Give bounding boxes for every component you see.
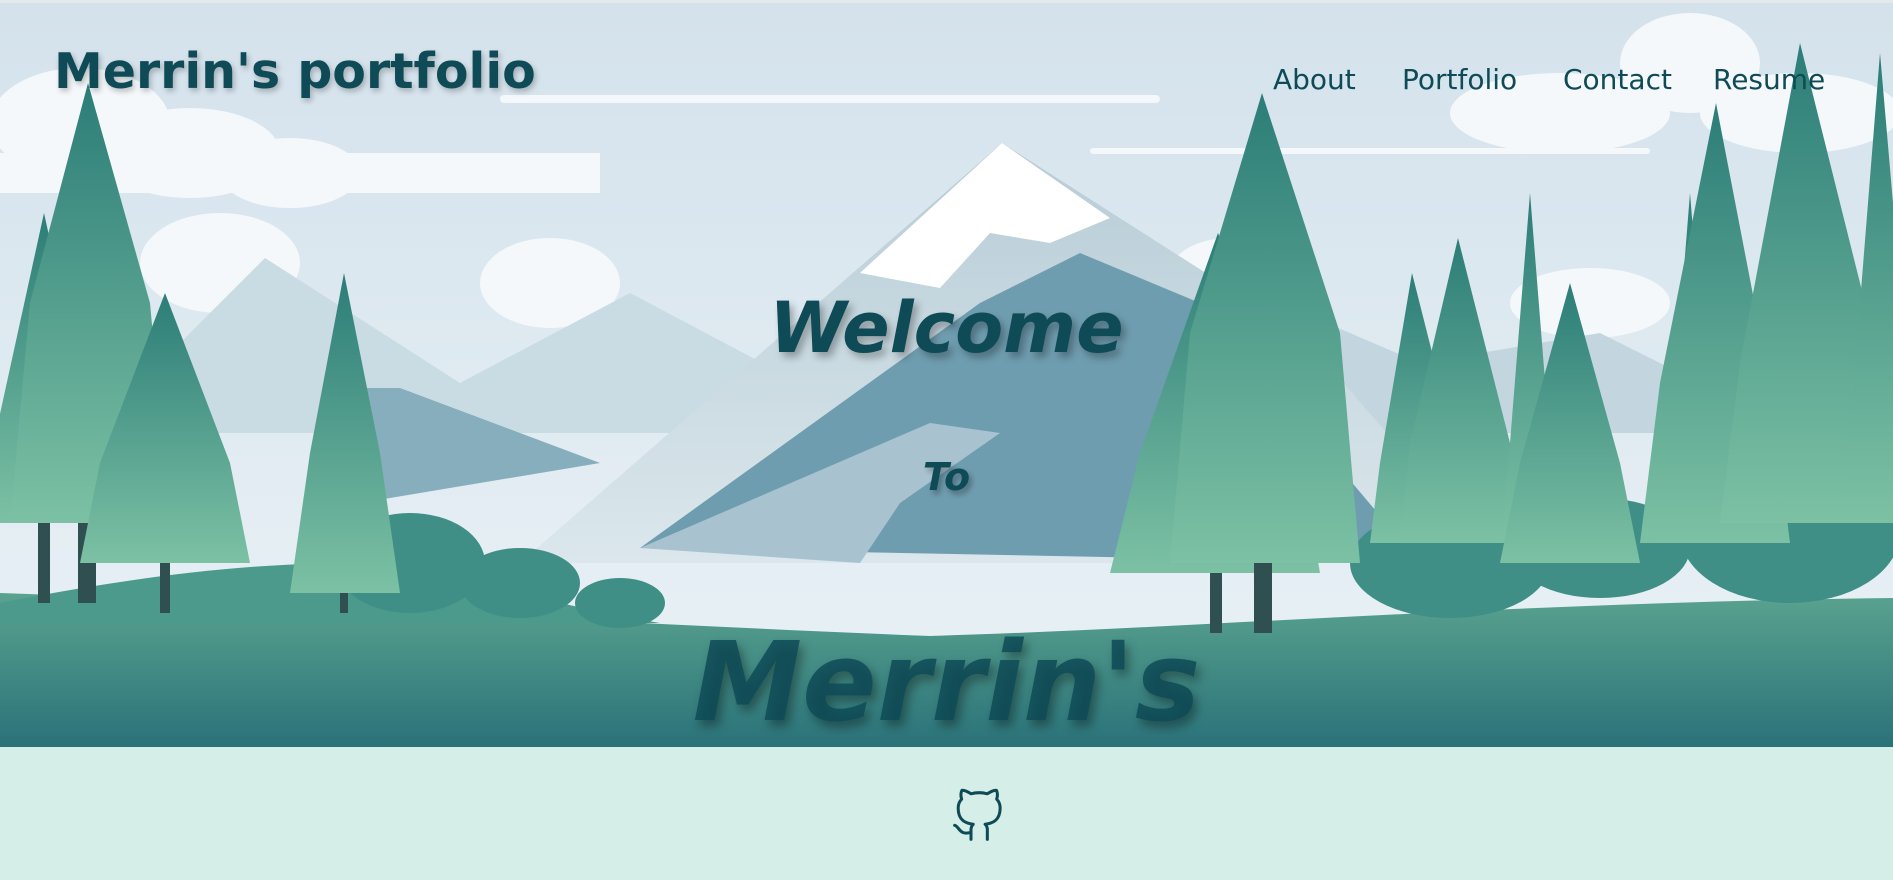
footer [0, 747, 1893, 880]
main-nav: About Portfolio Contact Resume [1250, 63, 1860, 103]
nav-contact[interactable]: Contact [1563, 63, 1672, 96]
hero-section: Merrin's portfolio About Portfolio Conta… [0, 3, 1893, 747]
github-icon[interactable] [950, 787, 1006, 845]
hero-welcome: Welcome [769, 287, 1124, 369]
nav-about[interactable]: About [1273, 63, 1356, 96]
nav-resume[interactable]: Resume [1713, 63, 1825, 96]
hero-to: To [922, 455, 971, 499]
nav-portfolio[interactable]: Portfolio [1402, 63, 1517, 96]
hero-name: Merrin's [692, 618, 1201, 746]
site-title[interactable]: Merrin's portfolio [54, 43, 536, 100]
